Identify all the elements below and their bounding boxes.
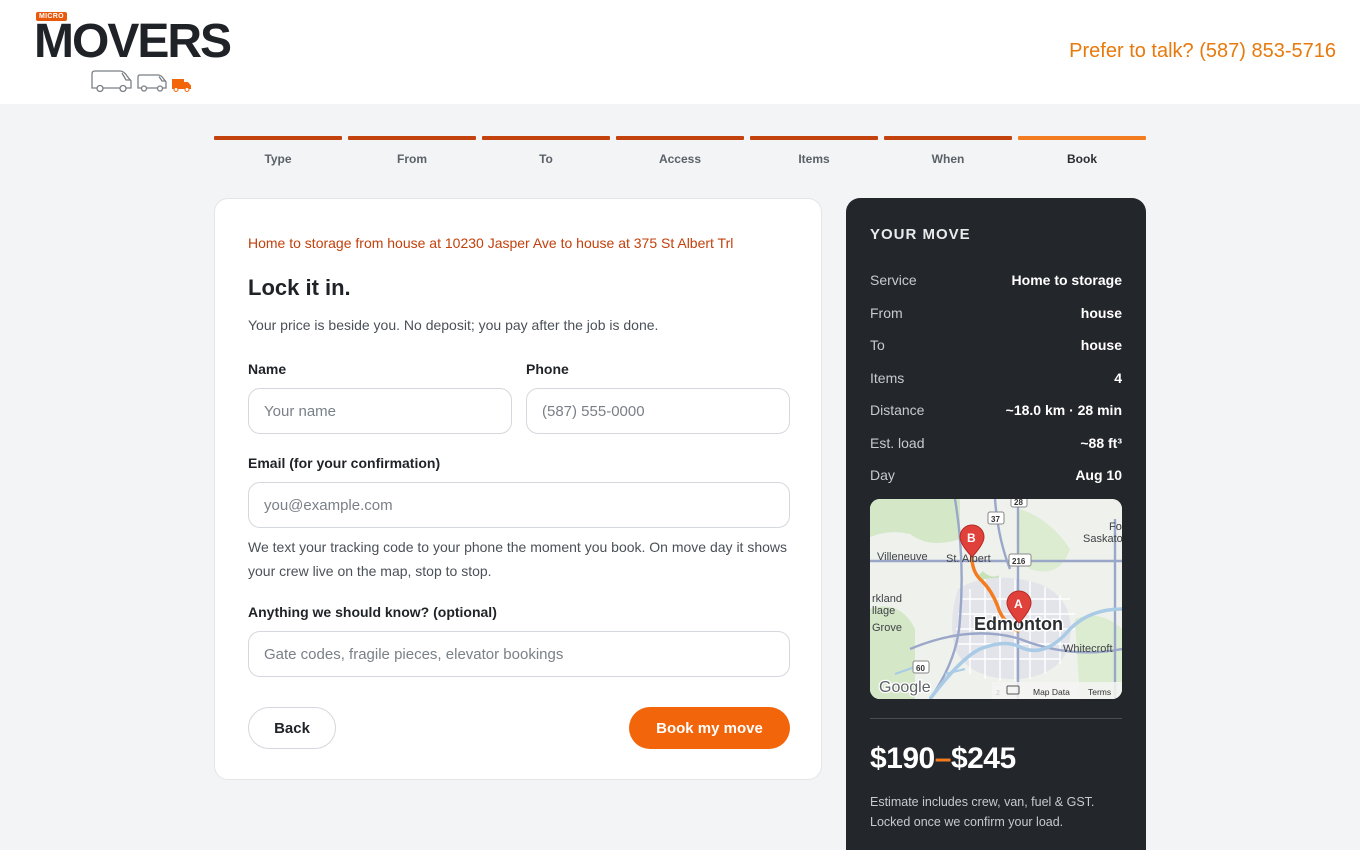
- email-input[interactable]: [248, 482, 790, 528]
- map-label-grove: Grove: [872, 622, 902, 634]
- detail-value: house: [1080, 304, 1122, 321]
- detail-value: Aug 10: [1075, 467, 1122, 484]
- book-my-move-button[interactable]: Book my move: [629, 707, 790, 749]
- price-range: $190–$245: [870, 742, 1016, 776]
- detail-value: Home to storage: [1011, 272, 1122, 289]
- phone-input[interactable]: [526, 388, 790, 434]
- map-label-saskatoon: Saskato: [1083, 533, 1122, 545]
- step-label: When: [931, 152, 965, 166]
- detail-value: 4: [1114, 369, 1122, 386]
- map-data-link[interactable]: Map Data: [1033, 687, 1070, 697]
- step-bar: [750, 136, 878, 140]
- move-summary-panel: YOUR MOVE Service Home to storage From hou…: [846, 198, 1146, 850]
- map-terms-link[interactable]: Terms: [1088, 687, 1111, 697]
- svg-text:B: B: [967, 531, 976, 545]
- notes-label: Anything we should know? (optional): [248, 604, 497, 620]
- detail-row-distance: Distance ~18.0 km · 28 min: [870, 394, 1122, 427]
- progress-stepper: Type From To Access Items When Book: [214, 136, 1146, 166]
- map-label-villeneuve: Villeneuve: [877, 551, 928, 563]
- step-label: Access: [658, 152, 702, 166]
- svg-text:A: A: [1014, 597, 1023, 611]
- map-label-whitecroft: Whitecroft: [1063, 643, 1113, 655]
- detail-row-items: Items 4: [870, 362, 1122, 395]
- detail-key: Items: [870, 369, 905, 386]
- step-items[interactable]: Items: [750, 136, 878, 166]
- step-type[interactable]: Type: [214, 136, 342, 166]
- detail-row-load: Est. load ~88 ft³: [870, 427, 1122, 460]
- step-label: From: [397, 152, 427, 166]
- top-bar: MICRO MOVERS Prefer to talk? (587) 853-5…: [0, 0, 1360, 104]
- booking-form-card: Home to storage from house at 10230 Jasp…: [214, 198, 822, 780]
- detail-row-service: Service Home to storage: [870, 264, 1122, 297]
- step-label: Items: [798, 152, 830, 166]
- step-to[interactable]: To: [482, 136, 610, 166]
- phone-label: Phone: [526, 361, 569, 377]
- logo-wordmark: MOVERS: [34, 15, 232, 68]
- estimate-fine-print: Estimate includes crew, van, fuel & GST.…: [870, 795, 1095, 829]
- route-map-graphic: 28 37 216 60 2 Villeneuve St. Albert Sas…: [870, 499, 1122, 699]
- detail-value: ~88 ft³: [1080, 434, 1122, 451]
- map-shield-216: 216: [1012, 557, 1026, 566]
- step-bar: [884, 136, 1012, 140]
- step-from[interactable]: From: [348, 136, 476, 166]
- detail-key: Est. load: [870, 434, 925, 451]
- panel-title: YOUR MOVE: [870, 226, 971, 243]
- detail-value: house: [1080, 337, 1122, 354]
- name-input[interactable]: [248, 388, 512, 434]
- vans-icon: [91, 70, 191, 93]
- map-label-st-albert: St. Albert: [946, 553, 991, 565]
- panel-divider: [870, 718, 1122, 719]
- map-label-village: llage: [872, 605, 895, 617]
- detail-row-from: From house: [870, 297, 1122, 330]
- detail-value: ~18.0 km · 28 min: [1005, 402, 1122, 419]
- step-label: To: [539, 152, 553, 166]
- detail-key: From: [870, 304, 903, 321]
- step-book[interactable]: Book: [1018, 136, 1146, 166]
- move-details: Service Home to storage From house To house…: [870, 264, 1122, 492]
- step-when[interactable]: When: [884, 136, 1012, 166]
- name-label: Name: [248, 361, 287, 377]
- map-shield-28: 28: [1014, 499, 1023, 507]
- map-label-parkland: rkland: [872, 593, 902, 605]
- map-shield-60: 60: [916, 664, 925, 673]
- form-title: Lock it in.: [248, 275, 351, 300]
- detail-row-day: Day Aug 10: [870, 459, 1122, 492]
- detail-row-to: To house: [870, 329, 1122, 362]
- step-access[interactable]: Access: [616, 136, 744, 166]
- email-helper-text: We text your tracking code to your phone…: [248, 539, 788, 579]
- move-summary-line: Home to storage from house at 10230 Jasp…: [248, 235, 734, 251]
- price-high: $245: [950, 742, 1016, 775]
- notes-input[interactable]: [248, 631, 790, 677]
- detail-key: To: [870, 337, 885, 354]
- map-shield-37: 37: [991, 515, 1000, 524]
- google-logo: Google: [879, 679, 931, 696]
- step-bar: [616, 136, 744, 140]
- route-map[interactable]: 28 37 216 60 2 Villeneuve St. Albert Sas…: [870, 499, 1122, 699]
- map-label-fort: Fo: [1109, 521, 1122, 533]
- brand-logo[interactable]: MICRO MOVERS: [34, 12, 256, 96]
- form-subtitle: Your price is beside you. No deposit; yo…: [248, 317, 659, 333]
- step-bar: [214, 136, 342, 140]
- phone-link[interactable]: Prefer to talk? (587) 853-5716: [1069, 40, 1336, 63]
- step-bar: [1018, 136, 1146, 140]
- detail-key: Distance: [870, 402, 925, 419]
- back-button[interactable]: Back: [248, 707, 336, 749]
- step-bar: [348, 136, 476, 140]
- detail-key: Day: [870, 467, 895, 484]
- price-separator: –: [934, 742, 952, 775]
- email-label: Email (for your confirmation): [248, 455, 441, 471]
- price-low: $190: [870, 742, 935, 775]
- detail-key: Service: [870, 272, 917, 289]
- step-label: Book: [1067, 152, 1097, 166]
- step-bar: [482, 136, 610, 140]
- step-label: Type: [264, 152, 292, 166]
